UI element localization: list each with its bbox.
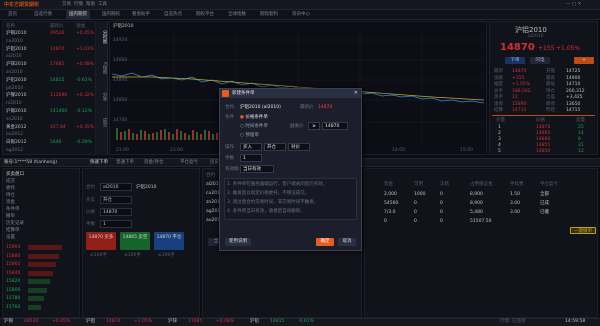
dialog-contract-label: 合约 xyxy=(225,105,234,110)
dialog-price-label: 最新价 xyxy=(300,105,314,110)
dialog-action-direction[interactable]: 买入 xyxy=(240,143,262,151)
radio-checked-icon: ● xyxy=(240,115,244,120)
dialog-logo-icon xyxy=(222,90,229,97)
dialog-op-label: 触发价 xyxy=(290,124,304,129)
dialog-expire-label: 有效期 xyxy=(225,167,239,172)
dialog-trigger-input[interactable]: 14870 xyxy=(322,122,348,130)
dialog-ok-button[interactable]: 确定 xyxy=(316,238,334,246)
dialog-contract-value: 沪铝2010 (al2010) xyxy=(240,105,281,110)
dialog-action-label: 操作 xyxy=(225,145,234,150)
dialog-expire-select[interactable]: 当日有效 xyxy=(240,165,274,173)
dialog-op-select[interactable]: ≥ xyxy=(308,122,320,130)
dialog-note-3: 3. 请注意合约交易时间，非交易时间不触发。 xyxy=(227,200,319,205)
dialog-qty-label: 手数 xyxy=(225,156,234,161)
dialog-qty-input[interactable]: 1 xyxy=(240,154,262,162)
dialog-opt-preset-label: 预埋单 xyxy=(245,133,259,138)
dialog-opt-preset[interactable]: ○ 预埋单 xyxy=(240,132,259,139)
dialog-action-price[interactable]: 对价 xyxy=(288,143,310,151)
dialog-title: 新建条件单 xyxy=(232,91,255,96)
dialog-note-4: 4. 条件单当日有效，收盘后自动删除。 xyxy=(227,209,305,214)
dialog-opt-price[interactable]: ● 价格条件单 xyxy=(240,114,268,121)
dialog-type-label: 条件 xyxy=(225,115,234,120)
radio-icon: ○ xyxy=(240,124,244,129)
dialog-cancel-button[interactable]: 取消 xyxy=(338,238,356,246)
dialog-note-2: 2. 触发后以指定价格委托，不保证成交。 xyxy=(227,191,310,196)
dialog-price-value: 14870 xyxy=(318,105,333,110)
dialog-action-offset[interactable]: 开仓 xyxy=(264,143,286,151)
dialog-opt-time-label: 时间条件单 xyxy=(245,124,268,129)
dialog-opt-time[interactable]: ○ 时间条件单 xyxy=(240,123,268,130)
dialog-note-1: 1. 条件单在服务器端运行，客户端关闭后仍有效。 xyxy=(227,182,328,187)
dialog-help-button[interactable]: 使用说明 xyxy=(225,238,251,246)
dialog-close-icon[interactable]: ✕ xyxy=(354,90,358,97)
dialog-opt-price-label: 价格条件单 xyxy=(245,115,268,120)
radio-icon: ○ xyxy=(240,133,244,138)
